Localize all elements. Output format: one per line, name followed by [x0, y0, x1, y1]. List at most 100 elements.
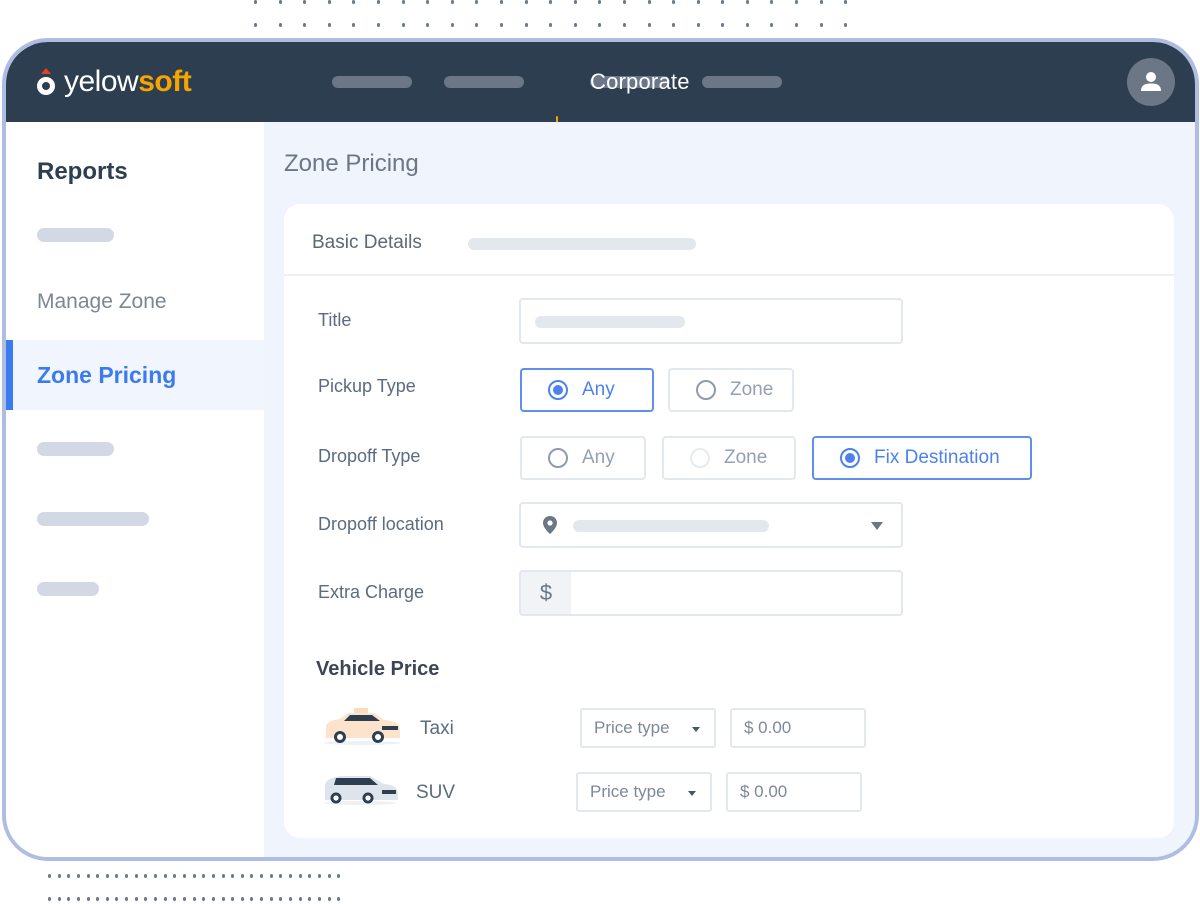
decorative-dot	[401, 0, 405, 4]
input-placeholder: $ 0.00	[740, 782, 788, 801]
extra-charge-input[interactable]: $	[519, 570, 903, 616]
decorative-dot	[134, 874, 138, 878]
dropoff-type-zone-radio[interactable]: Zone	[662, 436, 796, 480]
decorative-dot	[260, 874, 264, 878]
decorative-dot	[192, 874, 196, 878]
radio-label: Fix Destination	[874, 447, 1000, 468]
dropoff-type-any-radio[interactable]: Any	[520, 436, 646, 480]
sidebar-item-zone-pricing[interactable]: Zone Pricing	[6, 340, 264, 410]
decorative-dot	[86, 897, 90, 901]
decorative-dot	[96, 874, 100, 878]
decorative-dot	[337, 874, 341, 878]
brand-logo[interactable]: yelowsoft	[36, 64, 192, 100]
decorative-dot	[163, 897, 167, 901]
taxi-price-type-select[interactable]: Price type	[580, 708, 716, 748]
decorative-dot	[67, 874, 71, 878]
nav-tab-placeholder[interactable]	[332, 76, 412, 88]
radio-label: Zone	[724, 447, 768, 468]
logo-icon	[36, 68, 56, 96]
zone-pricing-form-card: Basic Details Title Pickup Type Any Zone…	[284, 204, 1174, 838]
sidebar-item-manage-zone[interactable]: Manage Zone	[37, 290, 167, 314]
app-window: yelowsoft Corporate Reports Manage Zone	[2, 38, 1199, 861]
decorative-dot	[401, 23, 405, 27]
sidebar-item-placeholder[interactable]	[37, 442, 114, 456]
decorative-dot	[327, 23, 331, 27]
decorative-dot	[475, 0, 479, 4]
radio-label: Zone	[730, 379, 774, 400]
decorative-dot	[573, 0, 577, 4]
decorative-dot	[134, 897, 138, 901]
decorative-dot	[105, 874, 109, 878]
decorative-dot	[182, 874, 186, 878]
decorative-dot	[524, 0, 528, 4]
input-placeholder: $ 0.00	[744, 718, 792, 737]
sidebar-item-placeholder[interactable]	[37, 512, 149, 526]
decorative-dot	[260, 897, 264, 901]
title-input[interactable]	[519, 298, 903, 344]
decorative-dot	[144, 897, 148, 901]
taxi-price-input[interactable]: $ 0.00	[730, 708, 866, 748]
sidebar-title: Reports	[37, 158, 128, 185]
decorative-dot	[598, 0, 602, 4]
decorative-dot	[696, 0, 700, 4]
dropoff-location-label: Dropoff location	[318, 514, 444, 534]
dropoff-location-select[interactable]	[519, 502, 903, 548]
decorative-dot	[303, 0, 307, 4]
decorative-dot	[598, 23, 602, 27]
decorative-dot	[144, 874, 148, 878]
card-subtitle-placeholder	[468, 238, 696, 250]
sidebar-item-label: Zone Pricing	[37, 362, 177, 388]
dropoff-type-fix-destination-radio[interactable]: Fix Destination	[812, 436, 1032, 480]
suv-car-icon	[324, 776, 398, 805]
vehicle-name-suv: SUV	[416, 782, 456, 803]
user-avatar-button[interactable]	[1127, 58, 1175, 106]
sidebar-item-placeholder[interactable]	[37, 582, 99, 596]
decorative-dot	[279, 897, 283, 901]
caret-down-icon	[688, 791, 696, 796]
dropoff-location-placeholder	[573, 520, 769, 532]
vehicle-price-heading: Vehicle Price	[316, 658, 440, 680]
card-header: Basic Details	[284, 204, 1174, 276]
sidebar-item-placeholder[interactable]	[37, 228, 114, 242]
caret-down-icon	[692, 727, 700, 732]
decorative-dot	[231, 897, 235, 901]
decorative-dot	[289, 897, 293, 901]
decorative-dot	[426, 0, 430, 4]
decorative-dot	[48, 897, 51, 901]
active-item-indicator	[6, 340, 13, 410]
decorative-dot	[376, 23, 380, 27]
decorative-dot	[524, 23, 528, 27]
pickup-type-any-radio[interactable]: Any	[520, 368, 654, 412]
taxi-car-icon	[324, 708, 400, 745]
decorative-dot	[269, 897, 273, 901]
decorative-dot	[240, 897, 244, 901]
suv-price-input[interactable]: $ 0.00	[726, 772, 862, 812]
decorative-dot	[269, 874, 273, 878]
decorative-dot	[308, 874, 312, 878]
nav-tab-placeholder[interactable]	[444, 76, 524, 88]
radio-unselected-icon	[696, 380, 716, 400]
decorative-dot	[721, 23, 725, 27]
decorative-dot	[475, 23, 479, 27]
nav-tab-placeholder[interactable]	[702, 76, 782, 88]
decorative-dot	[721, 0, 725, 4]
radio-selected-icon	[840, 448, 860, 468]
nav-tab-corporate[interactable]: Corporate	[556, 42, 689, 122]
decorative-dots-top	[254, 0, 848, 27]
pickup-type-zone-radio[interactable]: Zone	[668, 368, 794, 412]
decorative-dot	[76, 897, 80, 901]
decorative-dot	[48, 874, 51, 878]
decorative-dot	[221, 897, 225, 901]
radio-unselected-icon	[548, 448, 568, 468]
decorative-dot	[337, 897, 341, 901]
pickup-type-label: Pickup Type	[318, 376, 416, 396]
decorative-dot	[317, 874, 321, 878]
decorative-dot	[96, 897, 100, 901]
decorative-dot	[376, 0, 380, 4]
decorative-dot	[317, 897, 321, 901]
radio-label: Any	[582, 447, 615, 468]
main-content: Zone Pricing Basic Details Title Pickup …	[264, 122, 1195, 857]
decorative-dot	[549, 23, 553, 27]
decorative-dot	[154, 874, 158, 878]
suv-price-type-select[interactable]: Price type	[576, 772, 712, 812]
